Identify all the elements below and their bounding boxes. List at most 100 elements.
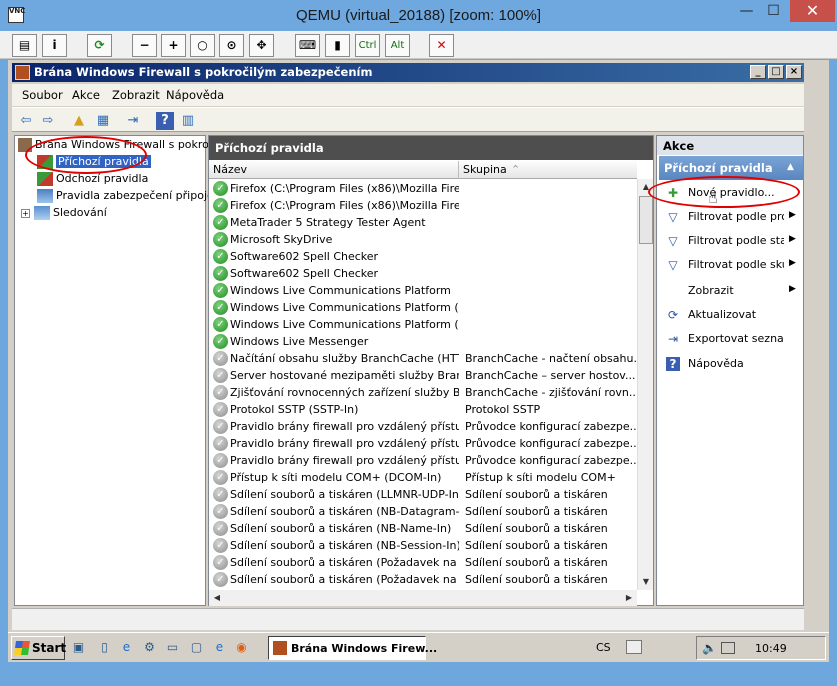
up-folder-button[interactable]: ▲ — [70, 112, 88, 130]
table-row[interactable]: ✓ Sdílení souborů a tiskáren (NB-Session-… — [209, 537, 637, 554]
action-item[interactable]: ▽ Filtrovat podle stavu ▶ — [657, 230, 803, 252]
table-row[interactable]: ✓ Protokol SSTP (SSTP-In) Protokol SSTP — [209, 401, 637, 418]
scroll-right-icon[interactable]: ▶ — [621, 590, 637, 606]
table-row[interactable]: ✓Načítání obsahu služby BranchCache (HTT… — [209, 350, 637, 367]
tree-item-connection-security-rules[interactable]: Pravidla zabezpečení připojení — [37, 189, 224, 205]
table-row[interactable]: ✓ Sdílení souborů a tiskáren (Požadavek n… — [209, 554, 637, 571]
action-item[interactable]: Zobrazit ▶ — [657, 280, 803, 302]
vertical-scrollbar[interactable]: ▲ ▼ — [637, 179, 653, 590]
language-indicator[interactable]: CS — [596, 641, 611, 654]
props-button[interactable]: ▤ — [12, 34, 37, 57]
app-minimize-button[interactable]: _ — [750, 65, 766, 79]
zoom-fit-button[interactable]: ⊙ — [219, 34, 244, 57]
table-row[interactable]: ✓ Přístup k síti modelu COM+ (DCOM-In) Pří… — [209, 469, 637, 486]
rule-name-cell: ✓ Sdílení souborů a tiskáren (Požadavek n… — [209, 555, 459, 570]
refresh-button[interactable]: ⟳ — [87, 34, 112, 57]
collapse-icon[interactable]: ▲ — [787, 162, 794, 172]
desktop-icon[interactable]: ▣ — [70, 639, 87, 656]
column-header-name[interactable]: Název — [209, 161, 459, 179]
table-row[interactable]: ✓ Software602 Spell Checker — [209, 248, 637, 265]
rule-enabled-icon: ✓ — [213, 181, 228, 196]
action-item[interactable]: ▽ Filtrovat podle skupiny ▶ — [657, 254, 803, 276]
speaker-icon[interactable]: 🔈 — [702, 641, 717, 655]
app-maximize-button[interactable]: □ — [768, 65, 784, 79]
scroll-left-icon[interactable]: ◀ — [209, 590, 225, 606]
network-tray-icon[interactable] — [721, 642, 735, 654]
firefox-icon[interactable]: ◉ — [233, 639, 250, 656]
zoom-out-button[interactable]: − — [132, 34, 157, 57]
table-row[interactable]: ✓ Firefox (C:\Program Files (x86)\Mozilla… — [209, 197, 637, 214]
export-button[interactable]: ⇥ — [124, 112, 142, 130]
forward-button[interactable]: ⇨ — [39, 112, 57, 130]
table-row[interactable]: ✓ Software602 Spell Checker — [209, 265, 637, 282]
table-row[interactable]: ✓ Microsoft SkyDrive — [209, 231, 637, 248]
action-item[interactable]: ⇥ Exportovat seznam... — [657, 328, 803, 350]
keyboard-icon[interactable] — [626, 640, 642, 654]
clock[interactable]: 10:49 — [755, 642, 787, 655]
tree-item-monitoring[interactable]: + Sledování — [21, 206, 107, 222]
menu-akce[interactable]: Akce — [72, 88, 100, 102]
info-icon: i — [52, 38, 57, 52]
notepad-icon[interactable]: ▯ — [96, 639, 113, 656]
tree-item-outbound-rules[interactable]: Odchozí pravidla — [37, 172, 148, 188]
alt-key-button[interactable]: Alt — [385, 34, 410, 57]
status-bar — [12, 608, 804, 630]
menu-napoveda[interactable]: Nápověda — [166, 88, 224, 102]
ie-icon[interactable]: e — [118, 639, 135, 656]
table-row[interactable]: ✓ Zjišťování rovnocenných zařízení služby… — [209, 384, 637, 401]
show-tree-button[interactable]: ▦ — [94, 112, 112, 130]
back-button[interactable]: ⇦ — [17, 112, 35, 130]
table-row[interactable]: ✓ Sdílení souborů a tiskáren (Požadavek n… — [209, 571, 637, 588]
rule-name-cell: ✓ Protokol SSTP (SSTP-In) — [209, 402, 459, 417]
table-row[interactable]: ✓Windows Live Communications Platform (U… — [209, 316, 637, 333]
table-row[interactable]: ✓ Pravidlo brány firewall pro vzdálený př… — [209, 452, 637, 469]
disconnect-button[interactable]: ✕ — [429, 34, 454, 57]
scroll-thumb[interactable] — [639, 196, 653, 244]
table-row[interactable]: ✓ Windows Live Communications Platform — [209, 282, 637, 299]
window-icon[interactable]: ▢ — [188, 639, 205, 656]
zoom-reset-button[interactable]: ○ — [190, 34, 215, 57]
menu-soubor[interactable]: Soubor — [22, 88, 63, 102]
scroll-down-icon[interactable]: ▼ — [638, 574, 654, 590]
qemu-minimize-button[interactable]: — — [733, 0, 760, 22]
table-row[interactable]: ✓ Pravidlo brány firewall pro vzdálený př… — [209, 435, 637, 452]
action-item[interactable]: ? Nápověda — [657, 353, 803, 375]
ctrl-alt-del-button[interactable]: ▮ — [325, 34, 350, 57]
monitor-icon[interactable]: ▭ — [164, 639, 181, 656]
app-close-button[interactable]: × — [786, 65, 802, 79]
info-button[interactable]: i — [42, 34, 67, 57]
start-button[interactable]: Start — [11, 636, 66, 660]
tree-item-label: Sledování — [53, 206, 107, 219]
menu-zobrazit[interactable]: Zobrazit — [112, 88, 160, 102]
qemu-maximize-button[interactable]: ☐ — [760, 0, 787, 22]
table-row[interactable]: ✓ Firefox (C:\Program Files (x86)\Mozilla… — [209, 180, 637, 197]
zoom-in-button[interactable]: + — [161, 34, 186, 57]
horizontal-scrollbar[interactable]: ◀ ▶ — [209, 590, 637, 606]
ctrl-key-button[interactable]: Ctrl — [355, 34, 380, 57]
properties-button[interactable]: ▥ — [179, 112, 197, 130]
action-item[interactable]: ⟳ Aktualizovat — [657, 304, 803, 326]
qemu-close-button[interactable]: ✕ — [790, 0, 835, 22]
table-row[interactable]: ✓Windows Live Communications Platform (S… — [209, 299, 637, 316]
network-icon[interactable]: ⚙ — [141, 639, 158, 656]
action-item[interactable]: ▽ Filtrovat podle profilu ▶ — [657, 206, 803, 228]
table-row[interactable]: ✓ Sdílení souborů a tiskáren (NB-Datagram… — [209, 503, 637, 520]
expand-icon[interactable]: + — [21, 208, 30, 218]
table-row[interactable]: ✓ Windows Live Messenger — [209, 333, 637, 350]
rule-name: Sdílení souborů a tiskáren (NB-Name-In) — [230, 522, 452, 535]
export-icon: ⇥ — [667, 332, 679, 346]
ie2-icon[interactable]: e — [211, 639, 228, 656]
table-row[interactable]: ✓ Sdílení souborů a tiskáren (NB-Name-In)… — [209, 520, 637, 537]
taskbar-button-firewall[interactable]: Brána Windows Firew... — [268, 636, 437, 660]
send-keys-button[interactable]: ⌨ — [295, 34, 320, 57]
ctrl-key-icon: Ctrl — [358, 40, 377, 51]
rule-disabled-icon: ✓ — [213, 402, 228, 417]
table-row[interactable]: ✓ MetaTrader 5 Strategy Tester Agent — [209, 214, 637, 231]
table-row[interactable]: ✓Server hostované mezipaměti služby Bran… — [209, 367, 637, 384]
column-header-group[interactable]: Skupina ⌃ — [459, 161, 637, 179]
help-button[interactable]: ? — [156, 112, 174, 130]
rule-name-cell: ✓ Software602 Spell Checker — [209, 249, 459, 264]
table-row[interactable]: ✓ Pravidlo brány firewall pro vzdálený př… — [209, 418, 637, 435]
table-row[interactable]: ✓ Sdílení souborů a tiskáren (LLMNR-UDP-I… — [209, 486, 637, 503]
fullscreen-button[interactable]: ✥ — [249, 34, 274, 57]
